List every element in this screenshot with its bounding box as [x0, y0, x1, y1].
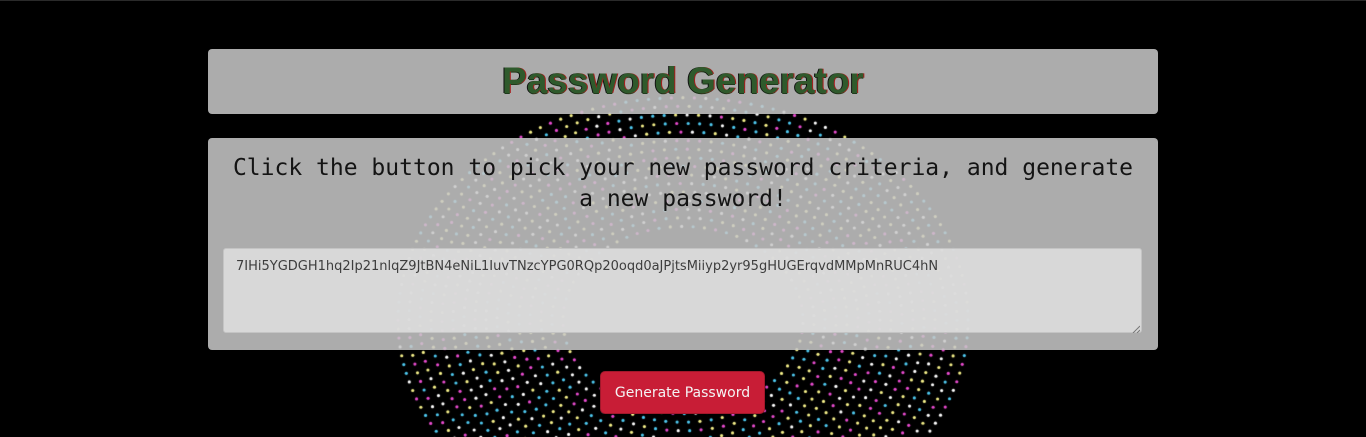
generate-password-button[interactable]: Generate Password	[601, 372, 764, 413]
generator-card: Click the button to pick your new passwo…	[208, 138, 1158, 350]
header-card: Password Generator	[208, 49, 1158, 114]
resize-handle-icon[interactable]	[1132, 325, 1140, 333]
page: Password Generator Click the button to p…	[0, 0, 1366, 437]
page-title: Password Generator	[502, 60, 864, 101]
password-output[interactable]	[223, 248, 1142, 333]
instructions-text: Click the button to pick your new passwo…	[232, 155, 1134, 212]
